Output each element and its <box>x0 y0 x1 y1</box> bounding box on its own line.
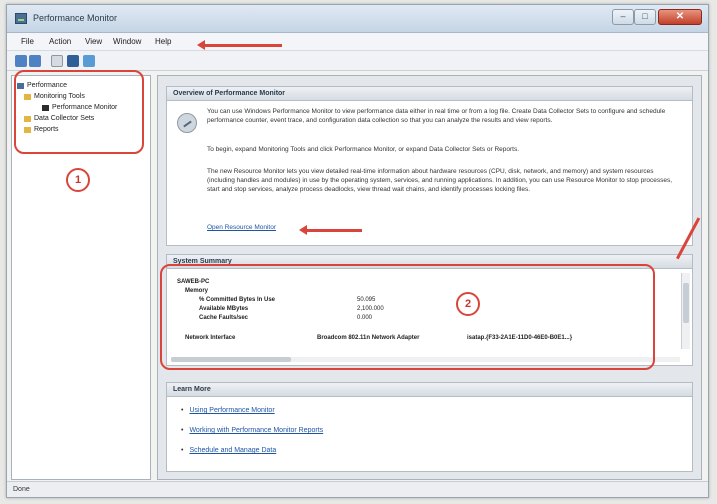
menu-view[interactable]: View <box>85 37 102 46</box>
status-text: Done <box>13 486 30 493</box>
menu-file[interactable]: File <box>21 37 34 46</box>
toolbar <box>7 51 708 71</box>
close-button[interactable]: ✕ <box>658 9 702 25</box>
open-resource-monitor-link[interactable]: Open Resource Monitor <box>207 223 276 232</box>
learn-more-link[interactable]: Working with Performance Monitor Reports <box>181 427 323 434</box>
learn-more-link[interactable]: Schedule and Manage Data <box>181 447 276 454</box>
minimize-button[interactable]: – <box>612 9 634 25</box>
overview-paragraph-1: You can use Windows Performance Monitor … <box>207 108 666 124</box>
close-icon: ✕ <box>675 11 685 22</box>
overview-section: Overview of Performance Monitor You can … <box>166 86 693 246</box>
menu-action[interactable]: Action <box>49 37 71 46</box>
minimize-icon: – <box>620 11 626 21</box>
performance-monitor-icon <box>177 113 197 133</box>
annotation-box-tree <box>14 70 144 154</box>
properties-icon[interactable] <box>67 55 79 67</box>
scroll-thumb[interactable] <box>683 283 689 323</box>
show-hide-tree-icon[interactable] <box>51 55 63 67</box>
summary-vertical-scrollbar[interactable] <box>681 273 690 349</box>
overview-header: Overview of Performance Monitor <box>167 87 692 101</box>
annotation-arrow-menu <box>197 40 282 50</box>
annotation-box-summary <box>160 264 655 370</box>
help-icon[interactable] <box>83 55 95 67</box>
menu-bar: File Action View Window Help <box>7 33 708 51</box>
menu-window[interactable]: Window <box>113 37 141 46</box>
annotation-arrow-link <box>299 225 362 235</box>
overview-paragraph-3: The new Resource Monitor lets you view d… <box>207 168 673 193</box>
annotation-number-1: 1 <box>66 168 90 192</box>
learn-more-header: Learn More <box>167 383 692 397</box>
status-bar: Done <box>7 481 708 497</box>
performance-monitor-app-icon <box>15 13 27 24</box>
maximize-icon: □ <box>642 11 648 21</box>
learn-more-link[interactable]: Using Performance Monitor <box>181 407 274 414</box>
forward-icon[interactable] <box>29 55 41 67</box>
window-title: Performance Monitor <box>33 13 118 23</box>
back-icon[interactable] <box>15 55 27 67</box>
title-bar: Performance Monitor – □ ✕ <box>7 5 708 33</box>
learn-more-section: Learn More Using Performance Monitor Wor… <box>166 382 693 472</box>
menu-help[interactable]: Help <box>155 37 171 46</box>
maximize-button[interactable]: □ <box>634 9 656 25</box>
overview-paragraph-2: To begin, expand Monitoring Tools and cl… <box>207 146 520 153</box>
annotation-number-2: 2 <box>456 292 480 316</box>
